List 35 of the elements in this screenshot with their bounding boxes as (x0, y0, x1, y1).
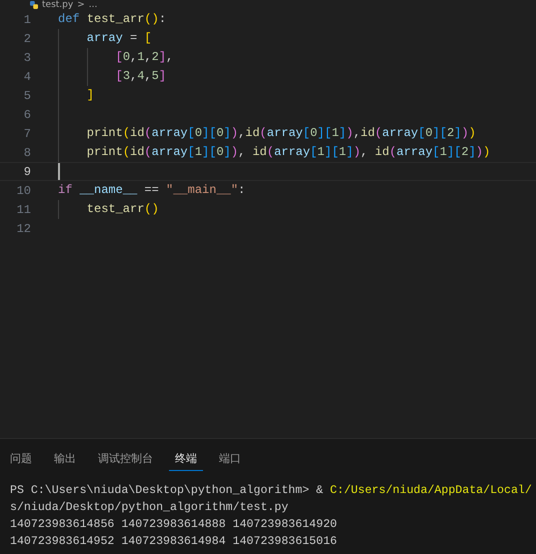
line-number: 1 (22, 12, 31, 26)
code-line: print(id(array[1][0]), id(array[1][1]), id(array[1][2])) (86, 144, 490, 161)
line-number: 6 (22, 108, 31, 122)
line-number: 9 (22, 164, 31, 178)
line-number: 11 (16, 202, 31, 216)
code-line: ] (86, 87, 94, 104)
terminal-line: 140723983614952 140723983614984 140723983615016 (10, 534, 338, 550)
code-line: if __name__ == "__main__": (58, 182, 246, 199)
terminal-line: s/niuda/Desktop/python_algorithm/test.py (10, 500, 290, 516)
terminal-line: 140723983614856 140723983614888 140723983614920 (10, 517, 338, 533)
panel-tab[interactable]: 调试控制台 (92, 445, 159, 471)
line-number: 12 (16, 222, 31, 236)
code-line: test_arr() (86, 201, 159, 218)
code-line: [0,1,2], (114, 49, 174, 66)
panel-tab[interactable]: 问题 (4, 445, 38, 471)
panel-tab[interactable]: 端口 (213, 445, 247, 471)
code-line: def test_arr(): (58, 11, 166, 28)
line-number: 10 (16, 184, 31, 198)
panel-tab[interactable]: 终端 (169, 445, 203, 471)
line-number: 3 (22, 50, 31, 64)
line-number: 8 (22, 146, 31, 160)
text-cursor (58, 163, 60, 180)
line-number: 7 (22, 126, 31, 140)
line-number: 5 (22, 88, 31, 102)
terminal-line: PS C:\Users\niuda\Desktop\python_algorithm> & C:/Users/niuda/AppData/Local/ (10, 483, 533, 499)
breadcrumb-more[interactable]: ... (88, 0, 98, 10)
breadcrumb-file[interactable]: test.py (42, 0, 74, 10)
line-number: 2 (22, 32, 31, 46)
panel-tab[interactable]: 输出 (48, 445, 82, 471)
code-line: [3,4,5] (114, 68, 166, 85)
code-line: print(id(array[0][0]),id(array[0][1]),id(array[0][2])) (86, 125, 476, 142)
python-file-icon (30, 1, 38, 9)
line-number: 4 (22, 70, 31, 84)
breadcrumb-separator: > (77, 0, 85, 10)
code-line: array = [ (86, 30, 152, 47)
